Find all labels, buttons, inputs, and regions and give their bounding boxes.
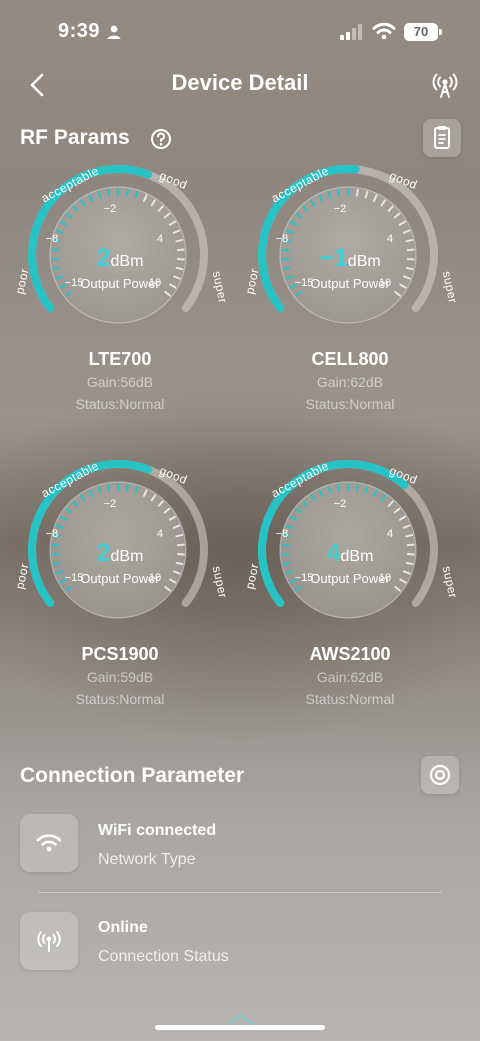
person-icon: [107, 25, 121, 39]
band-gain: Gain:62dB: [316, 669, 384, 685]
gauge-tick-label: −2: [104, 498, 117, 510]
gauge-caption: Output Power: [310, 571, 390, 586]
gauge-value: 2dBm: [10, 244, 230, 273]
clipboard-icon: [434, 126, 450, 149]
chevron-up-icon[interactable]: [224, 1010, 256, 1026]
band-name: CELL800: [311, 349, 389, 369]
band-name: AWS2100: [309, 644, 391, 664]
gauge-value-unit: dBm: [110, 253, 144, 270]
gauge-tick: [405, 238, 414, 243]
gauge-tick: [107, 483, 111, 492]
network-type-value: WiFi connected: [98, 822, 217, 839]
wifi-status-icon: [372, 22, 396, 40]
gauge-tick-label: −2: [334, 498, 347, 510]
band-gain: Gain:62dB: [316, 374, 384, 390]
band-status: Status:Normal: [305, 691, 395, 707]
band-status: Status:Normal: [75, 691, 165, 707]
band-name: PCS1900: [81, 644, 159, 664]
gauge-value-unit: dBm: [340, 548, 374, 565]
gauge-tick: [107, 188, 111, 197]
band-gain: Gain:56dB: [86, 374, 154, 390]
antenna-button[interactable]: [430, 70, 460, 100]
gauge-value-number: 2: [96, 244, 111, 272]
gauge-value: −1dBm: [240, 244, 460, 273]
report-button[interactable]: [423, 119, 461, 157]
connection-settings-button[interactable]: [421, 756, 459, 794]
status-time: 9:39: [58, 20, 101, 42]
gauge-tick: [405, 533, 414, 538]
connection-status-value: Online: [98, 919, 148, 936]
divider: [38, 892, 442, 893]
gauge-tick-label: −2: [104, 203, 117, 215]
gauge-tick: [125, 188, 129, 197]
cellular-signal-icon: [340, 24, 362, 40]
rf-params-title: RF Params: [20, 126, 130, 149]
gauge-card: −2 −8 4 −15 10 poor acceptable good super 4dBm Out…: [240, 455, 460, 745]
gauge-tick-label: −2: [334, 203, 347, 215]
gauge-caption: Output Power: [80, 571, 160, 586]
connection-status-icon-box: [20, 912, 78, 970]
band-status: Status:Normal: [75, 396, 165, 412]
gauge-tick: [355, 188, 359, 197]
gauge-value: 2dBm: [10, 539, 230, 568]
gauge-card: −2 −8 4 −15 10 poor acceptable good super 2dBm Out…: [10, 160, 230, 450]
network-type-icon-box: [20, 814, 78, 872]
page-title: Device Detail: [171, 70, 309, 95]
gauge-value-number: 4: [326, 539, 341, 567]
wifi-icon: [36, 834, 62, 852]
gauge-value-number: 2: [96, 539, 111, 567]
gauge-tick: [337, 483, 341, 492]
gauge-tick: [175, 238, 184, 243]
gauge-card: −2 −8 4 −15 10 poor acceptable good super −1dBm Ou…: [240, 160, 460, 450]
gauge-tick: [125, 483, 129, 492]
connection-status-label: Connection Status: [98, 948, 229, 965]
gauge-tick: [175, 533, 184, 538]
band-status: Status:Normal: [305, 396, 395, 412]
band-name: LTE700: [88, 349, 152, 369]
network-type-label: Network Type: [98, 851, 196, 868]
battery-tip: [439, 29, 442, 35]
antenna-icon: [37, 931, 61, 952]
gauge-tick: [337, 188, 341, 197]
at-icon: [429, 764, 451, 786]
gauge-tick: [355, 483, 359, 492]
gauge-value-unit: dBm: [347, 253, 381, 270]
help-icon[interactable]: [150, 128, 172, 150]
gauge-value-number: −1: [319, 244, 348, 272]
gauge-caption: Output Power: [310, 276, 390, 291]
gauge-card: −2 −8 4 −15 10 poor acceptable good super 2dBm Out…: [10, 455, 230, 745]
gauge-value-unit: dBm: [110, 548, 144, 565]
connection-parameter-title: Connection Parameter: [20, 764, 245, 787]
battery-indicator: 70: [404, 23, 438, 41]
gauge-caption: Output Power: [80, 276, 160, 291]
gauge-value: 4dBm: [240, 539, 460, 568]
home-indicator: [155, 1025, 325, 1030]
band-gain: Gain:59dB: [86, 669, 154, 685]
